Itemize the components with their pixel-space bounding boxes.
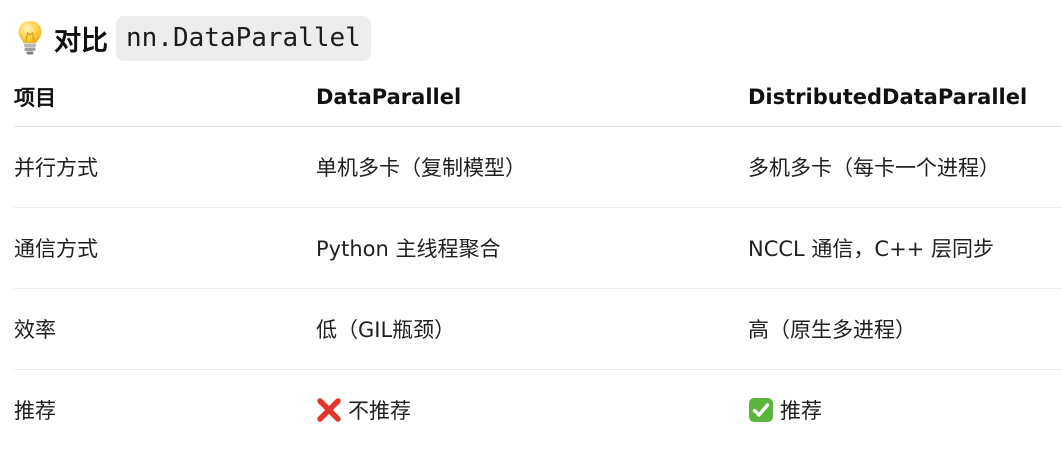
table-row: 推荐 不推荐 推荐 [14, 370, 1062, 450]
header-dataparallel: DataParallel [316, 68, 748, 127]
header-distributed: DistributedDataParallel [748, 68, 1062, 127]
header-item: 项目 [14, 68, 316, 127]
cell-distributed: 高（原生多进程） [748, 289, 1062, 370]
cell-distributed: NCCL 通信，C++ 层同步 [748, 208, 1062, 289]
cell-distributed: 推荐 [748, 370, 1062, 450]
table-row: 通信方式 Python 主线程聚合 NCCL 通信，C++ 层同步 [14, 208, 1062, 289]
cell-dataparallel: Python 主线程聚合 [316, 208, 748, 289]
cell-distributed: 多机多卡（每卡一个进程） [748, 127, 1062, 208]
inline-code: nn.DataParallel [116, 16, 371, 61]
cell-item: 推荐 [14, 370, 316, 450]
cell-item: 通信方式 [14, 208, 316, 289]
heading-title: 对比 [54, 19, 108, 58]
not-recommended-label: 不推荐 [348, 399, 411, 423]
table-row: 效率 低（GIL瓶颈） 高（原生多进程） [14, 289, 1062, 370]
cell-item: 效率 [14, 289, 316, 370]
recommended-label: 推荐 [780, 399, 822, 423]
section-heading: 对比 nn.DataParallel [16, 14, 371, 62]
cell-dataparallel: 单机多卡（复制模型） [316, 127, 748, 208]
cell-item: 并行方式 [14, 127, 316, 208]
comparison-table: 项目 DataParallel DistributedDataParallel … [14, 68, 1062, 450]
cell-dataparallel: 不推荐 [316, 370, 748, 450]
cell-dataparallel: 低（GIL瓶颈） [316, 289, 748, 370]
check-mark-icon [748, 397, 774, 423]
table-row: 并行方式 单机多卡（复制模型） 多机多卡（每卡一个进程） [14, 127, 1062, 208]
lightbulb-icon [16, 18, 44, 58]
table-header-row: 项目 DataParallel DistributedDataParallel [14, 68, 1062, 127]
cross-mark-icon [316, 397, 342, 423]
